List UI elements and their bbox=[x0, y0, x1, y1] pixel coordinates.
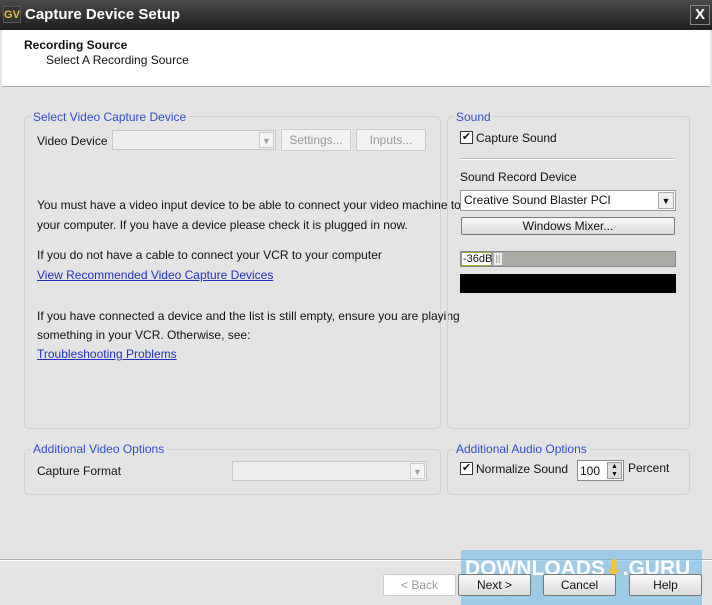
video-device-dropdown[interactable]: ▼ bbox=[112, 130, 276, 150]
spinner-arrows-icon[interactable]: ▲ ▼ bbox=[607, 462, 622, 479]
capture-sound-label: Capture Sound bbox=[476, 131, 557, 145]
back-button[interactable]: < Back bbox=[383, 574, 456, 596]
percent-label: Percent bbox=[628, 461, 670, 475]
info-text: You must have a video input device to be… bbox=[37, 198, 461, 212]
sound-device-label: Sound Record Device bbox=[460, 170, 577, 184]
close-button[interactable]: X bbox=[690, 5, 710, 25]
level-meter bbox=[460, 274, 676, 293]
level-slider[interactable]: -36dB || bbox=[460, 251, 676, 267]
wizard-header: Recording Source Select A Recording Sour… bbox=[2, 30, 710, 87]
percent-spinner[interactable]: 100 ▲ ▼ bbox=[577, 460, 624, 481]
info-text: If you do not have a cable to connect yo… bbox=[37, 248, 382, 262]
level-value: -36dB bbox=[461, 252, 493, 266]
inputs-button[interactable]: Inputs... bbox=[356, 129, 426, 151]
title-bar: GV Capture Device Setup X bbox=[0, 0, 712, 30]
page-subtitle: Select A Recording Source bbox=[46, 53, 189, 67]
video-group-legend: Select Video Capture Device bbox=[31, 110, 189, 124]
normalize-sound-checkbox[interactable]: ✔ bbox=[460, 462, 473, 475]
cancel-button[interactable]: Cancel bbox=[543, 574, 616, 596]
app-logo: GV bbox=[3, 6, 21, 23]
chevron-down-icon: ▼ bbox=[658, 192, 674, 209]
capture-format-label: Capture Format bbox=[37, 464, 122, 478]
chevron-down-icon: ▼ bbox=[259, 132, 274, 148]
sound-device-dropdown[interactable]: Creative Sound Blaster PCI ▼ bbox=[460, 190, 676, 211]
divider bbox=[460, 158, 675, 160]
windows-mixer-button[interactable]: Windows Mixer... bbox=[461, 217, 675, 235]
recommended-devices-link[interactable]: View Recommended Video Capture Devices bbox=[37, 268, 273, 282]
page-title: Recording Source bbox=[24, 38, 128, 52]
normalize-sound-label: Normalize Sound bbox=[476, 462, 569, 476]
help-button[interactable]: Help bbox=[629, 574, 702, 596]
settings-button[interactable]: Settings... bbox=[281, 129, 351, 151]
troubleshooting-link[interactable]: Troubleshooting Problems bbox=[37, 347, 177, 361]
sound-group bbox=[447, 116, 690, 429]
capture-format-dropdown[interactable]: ▼ bbox=[232, 461, 427, 481]
sound-group-legend: Sound bbox=[454, 110, 493, 124]
info-text: something in your VCR. Otherwise, see: bbox=[37, 328, 251, 342]
slider-thumb[interactable]: || bbox=[493, 252, 503, 266]
info-text: If you have connected a device and the l… bbox=[37, 309, 460, 323]
additional-audio-legend: Additional Audio Options bbox=[454, 442, 589, 456]
additional-video-legend: Additional Video Options bbox=[31, 442, 167, 456]
info-text: your computer. If you have a device plea… bbox=[37, 218, 408, 232]
capture-sound-checkbox[interactable]: ✔ bbox=[460, 131, 473, 144]
window-title: Capture Device Setup bbox=[25, 6, 181, 23]
next-button[interactable]: Next > bbox=[458, 574, 531, 596]
video-device-label: Video Device bbox=[37, 134, 108, 148]
chevron-down-icon: ▼ bbox=[410, 463, 425, 479]
